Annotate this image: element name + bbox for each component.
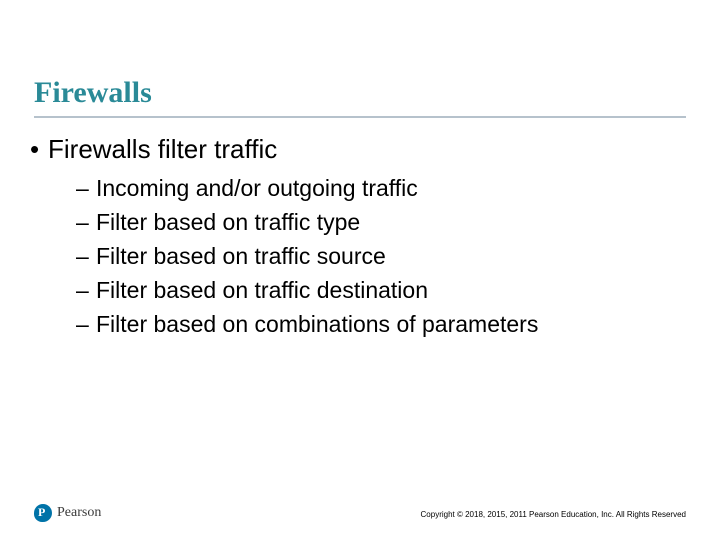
pearson-logo-icon bbox=[34, 504, 52, 522]
bullet-text: Incoming and/or outgoing traffic bbox=[96, 175, 418, 201]
bullet-level2: –Filter based on traffic type bbox=[76, 207, 680, 238]
dash-marker: – bbox=[76, 241, 96, 272]
slide-body: •Firewalls filter traffic –Incoming and/… bbox=[30, 134, 680, 343]
bullet-marker: • bbox=[30, 134, 48, 165]
bullet-text: Firewalls filter traffic bbox=[48, 134, 277, 164]
copyright-text: Copyright © 2018, 2015, 2011 Pearson Edu… bbox=[421, 510, 686, 519]
slide-title: Firewalls bbox=[34, 76, 152, 110]
bullet-text: Filter based on traffic destination bbox=[96, 277, 428, 303]
bullet-level2: –Incoming and/or outgoing traffic bbox=[76, 173, 680, 204]
dash-marker: – bbox=[76, 207, 96, 238]
bullet-level2: –Filter based on traffic destination bbox=[76, 275, 680, 306]
pearson-logo-text: Pearson bbox=[57, 505, 101, 521]
bullet-level1: •Firewalls filter traffic bbox=[30, 134, 680, 165]
slide: Firewalls •Firewalls filter traffic –Inc… bbox=[0, 0, 720, 540]
bullet-level2: –Filter based on combinations of paramet… bbox=[76, 309, 680, 340]
bullet-text: Filter based on traffic source bbox=[96, 243, 386, 269]
bullet-level2: –Filter based on traffic source bbox=[76, 241, 680, 272]
dash-marker: – bbox=[76, 309, 96, 340]
bullet-text: Filter based on combinations of paramete… bbox=[96, 311, 538, 337]
bullet-text: Filter based on traffic type bbox=[96, 209, 360, 235]
title-divider bbox=[34, 116, 686, 118]
pearson-logo: Pearson bbox=[34, 504, 101, 522]
dash-marker: – bbox=[76, 275, 96, 306]
dash-marker: – bbox=[76, 173, 96, 204]
slide-footer: Pearson Copyright © 2018, 2015, 2011 Pea… bbox=[0, 498, 720, 522]
